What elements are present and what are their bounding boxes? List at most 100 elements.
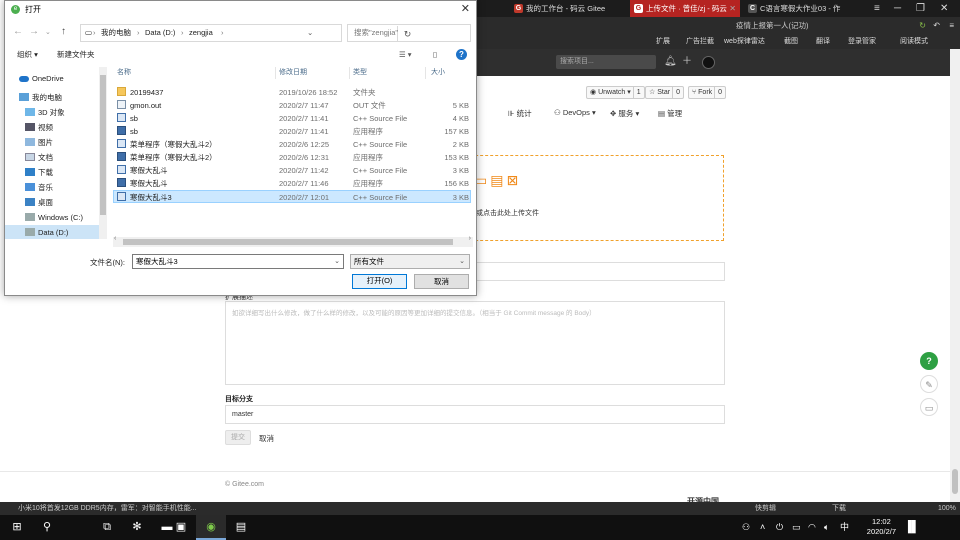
organize-button[interactable]: 组织 ▾ xyxy=(17,47,38,63)
menu-icon[interactable]: ≡ xyxy=(874,0,880,17)
window-app-icon[interactable]: ▤ xyxy=(226,515,256,540)
open-button[interactable]: 打开(O) xyxy=(352,274,407,289)
undo-icon[interactable]: ↶ xyxy=(933,17,940,35)
back-arrow-icon[interactable]: ← xyxy=(13,26,23,37)
target-branch-input[interactable]: master xyxy=(225,405,725,424)
breadcrumb-computer[interactable]: 我的电脑 xyxy=(101,25,131,41)
scroll-right-icon[interactable]: › xyxy=(469,235,471,242)
bookmark-reader-mode[interactable]: 阅读模式 xyxy=(900,35,928,49)
bookmark-screenshot[interactable]: 截图 xyxy=(784,35,798,49)
search-input[interactable]: 搜索"zengjia" xyxy=(347,24,471,42)
new-folder-button[interactable]: 新建文件夹 xyxy=(57,47,95,63)
bookmark-login-manager[interactable]: 登录管家 xyxy=(848,35,876,49)
recent-dropdown-icon[interactable]: ⌄ xyxy=(45,28,51,36)
help-float-icon[interactable]: ? xyxy=(920,352,938,370)
navigation-scrollbar[interactable] xyxy=(99,67,107,239)
up-arrow-icon[interactable]: ↑ xyxy=(61,26,66,37)
maximize-icon[interactable]: ❐ xyxy=(916,0,925,17)
file-row[interactable]: 菜单程序（寒假大乱斗2） 2020/2/6 12:25 C++ Source F… xyxy=(113,138,471,151)
people-icon[interactable]: ⚇ xyxy=(742,515,750,540)
file-row[interactable]: sb 2020/2/7 11:41 应用程序 157 KB xyxy=(113,125,471,138)
zoom-level[interactable]: 100% xyxy=(938,502,956,515)
unwatch-button[interactable]: ◉ Unwatch ▾ 1 xyxy=(586,86,645,99)
breadcrumb-folder[interactable]: zengjia xyxy=(189,25,213,41)
file-row[interactable]: 菜单程序（寒假大乱斗2） 2020/2/6 12:31 应用程序 153 KB xyxy=(113,151,471,164)
tab-c-homework[interactable]: C C语言寒假大作业03 - 作 xyxy=(744,0,864,17)
preview-pane-icon[interactable]: ▯ xyxy=(433,47,437,63)
tab-statistics[interactable]: ⊪ 统计 xyxy=(508,108,532,119)
news-ticker[interactable]: 小米10将首发12GB DDR5内存，雷军：对智能手机性能... xyxy=(18,502,197,515)
bookmark-translate[interactable]: 翻译 xyxy=(816,35,830,49)
scroll-left-icon[interactable]: ‹ xyxy=(114,235,116,242)
file-row-selected[interactable]: 寒假大乱斗3 2020/2/7 12:01 C++ Source File 3 … xyxy=(113,190,471,203)
refresh-icon[interactable]: ↻ xyxy=(919,17,926,35)
dialog-title-bar[interactable]: e 打开 ✕ xyxy=(5,1,476,19)
search-icon[interactable]: ⚲ xyxy=(32,515,62,540)
fan-app-icon[interactable]: ✻ xyxy=(122,515,152,540)
sidebar-item-music[interactable]: 音乐 xyxy=(5,180,102,195)
ime-indicator[interactable]: 中 xyxy=(840,515,849,540)
file-row[interactable]: gmon.out 2020/2/7 11:47 OUT 文件 5 KB xyxy=(113,99,471,112)
gitee-search-input[interactable]: 搜索项目... xyxy=(556,55,656,69)
bell-icon[interactable]: 🔔︎ xyxy=(664,54,677,70)
close-tab-icon[interactable]: ✕ xyxy=(729,0,736,17)
close-icon[interactable]: ✕ xyxy=(461,2,470,15)
column-divider[interactable] xyxy=(275,67,276,79)
submit-button[interactable]: 提交 xyxy=(225,430,251,445)
edit-float-icon[interactable]: ✎ xyxy=(920,375,938,393)
view-options-icon[interactable]: ☰ ▾ xyxy=(399,47,412,63)
downloads[interactable]: 下载 xyxy=(832,502,846,515)
tray-expand-icon[interactable]: ˄ xyxy=(760,515,765,540)
file-list-hscroll[interactable]: ‹ › xyxy=(113,235,473,247)
plus-icon[interactable]: ＋ xyxy=(682,54,692,70)
file-row[interactable]: 寒假大乱斗 2020/2/7 11:46 应用程序 156 KB xyxy=(113,177,471,190)
notification-icon[interactable]: ▐▌ xyxy=(904,515,920,540)
cancel-link[interactable]: 取消 xyxy=(259,433,274,444)
devcpp-app-icon[interactable]: ▣ xyxy=(166,515,196,540)
forward-arrow-icon[interactable]: → xyxy=(29,26,39,37)
minimize-icon[interactable]: ─ xyxy=(894,0,901,17)
file-row[interactable]: 寒假大乱斗 2020/2/7 11:42 C++ Source File 3 K… xyxy=(113,164,471,177)
quick-clip[interactable]: 快剪辑 xyxy=(755,502,776,515)
help-icon[interactable]: ? xyxy=(456,49,467,60)
tab-manage[interactable]: ▤ 管理 xyxy=(658,108,682,119)
filename-input[interactable]: 寒假大乱斗3 ⌄ xyxy=(132,254,344,269)
address-hint[interactable]: 疫情上报第一人(记功) xyxy=(736,17,809,35)
file-row[interactable]: sb 2020/2/7 11:41 C++ Source File 4 KB xyxy=(113,112,471,125)
bookmark-web-radar[interactable]: web探律雷达 xyxy=(724,35,765,49)
breadcrumb-drive[interactable]: Data (D:) xyxy=(145,25,175,41)
breadcrumb[interactable]: ▭ › 我的电脑 › Data (D:) › zengjia › ⌄ ↻ xyxy=(80,24,411,42)
scroll-thumb[interactable] xyxy=(123,239,453,245)
sidebar-item-3d-objects[interactable]: 3D 对象 xyxy=(5,105,102,120)
scroll-thumb[interactable] xyxy=(952,469,958,494)
column-size[interactable]: 大小 xyxy=(431,67,445,77)
column-type[interactable]: 类型 xyxy=(353,67,367,77)
description-textarea[interactable]: 如欲详细写出什么修改，做了什么样的修改，以及可能的原因等更加详细的提交信息。（相… xyxy=(225,301,725,385)
bookmark-extensions[interactable]: 扩展 xyxy=(656,35,670,49)
chevron-down-icon[interactable]: ⌄ xyxy=(307,25,313,41)
filetype-select[interactable]: 所有文件 ⌄ xyxy=(350,254,470,269)
cancel-button[interactable]: 取消 xyxy=(414,274,469,289)
column-divider[interactable] xyxy=(425,67,426,79)
sidebar-item-videos[interactable]: 视频 xyxy=(5,120,102,135)
sidebar-item-documents[interactable]: 文档 xyxy=(5,150,102,165)
user-avatar[interactable] xyxy=(702,56,715,69)
scroll-thumb[interactable] xyxy=(100,75,106,215)
sidebar-item-pictures[interactable]: 图片 xyxy=(5,135,102,150)
battery-icon[interactable]: ▭ xyxy=(792,515,801,540)
system-clock[interactable]: 12:02 2020/2/7 xyxy=(867,517,896,537)
sidebar-item-downloads[interactable]: 下载 xyxy=(5,165,102,180)
commit-title-input[interactable] xyxy=(476,262,725,281)
star-button[interactable]: ☆ Star 0 xyxy=(645,86,684,99)
feedback-float-icon[interactable]: ▭ xyxy=(920,398,938,416)
task-view-icon[interactable]: ⧉ xyxy=(92,515,122,540)
bookmark-adblock[interactable]: 广告拦截 xyxy=(686,35,714,49)
more-menu-icon[interactable]: ≡ xyxy=(949,17,954,35)
upload-drop-zone[interactable]: ▭▤⊠ 或点击此处上传文件 xyxy=(440,155,724,241)
tab-services[interactable]: ✥ 服务 ▾ xyxy=(610,108,639,119)
file-row[interactable]: 20199437 2019/10/26 18:52 文件夹 xyxy=(113,86,471,99)
tab-upload-file[interactable]: G 上传文件 · 曾佳/zj - 码云 ✕ xyxy=(630,0,740,17)
sidebar-item-drive-c[interactable]: Windows (C:) xyxy=(5,210,102,225)
fork-button[interactable]: ⑂ Fork 0 xyxy=(688,86,727,99)
column-divider[interactable] xyxy=(349,67,350,79)
